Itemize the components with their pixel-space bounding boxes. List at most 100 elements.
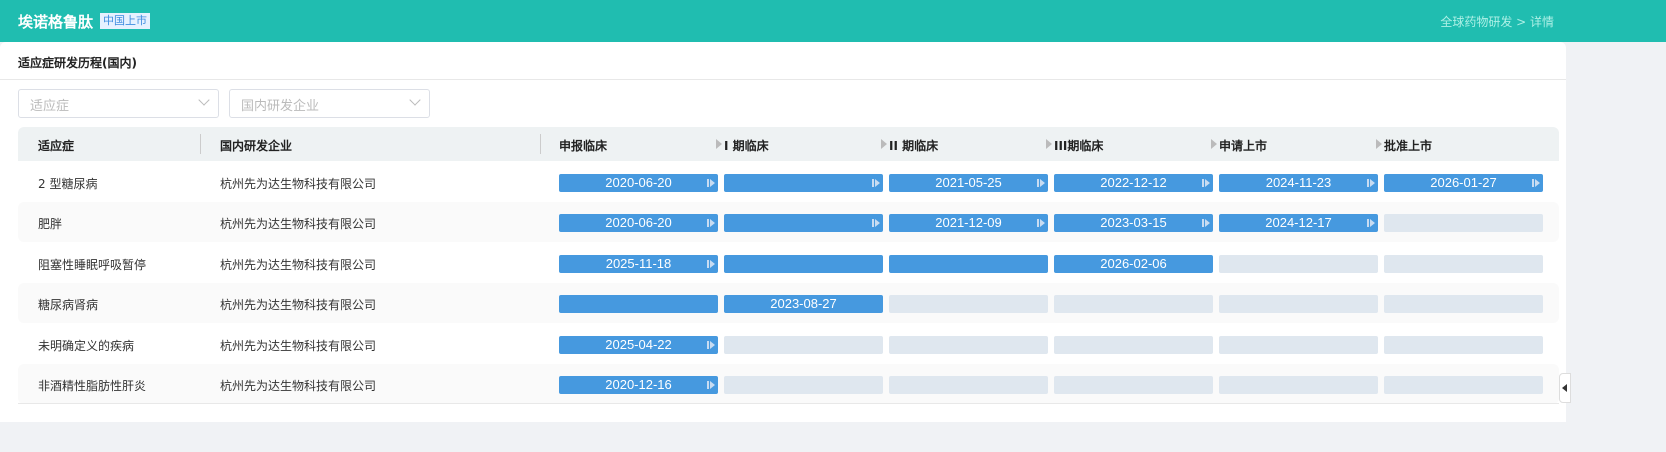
indication-cell: 未明确定义的疾病 — [38, 338, 135, 353]
play-next-icon — [707, 340, 715, 349]
section-title: 适应症研发历程(国内) — [18, 56, 137, 70]
stage-bar-empty — [1219, 335, 1378, 354]
table-row: 肥胖 杭州先为达生物科技有限公司 2020-06-20 2021-12-09 2023-… — [18, 202, 1559, 243]
stage-date: 2020-12-16 — [605, 377, 672, 392]
stage-bar-empty — [1219, 254, 1378, 273]
company-select-placeholder: 国内研发企业 — [241, 99, 320, 114]
play-next-icon — [707, 381, 715, 389]
stage-bar-empty — [1384, 335, 1543, 354]
column-header-stage: II 期临床 — [889, 139, 939, 153]
stage-date: 2021-12-09 — [935, 215, 1002, 231]
stage-bar-completed[interactable]: 2021-12-09 — [889, 214, 1048, 233]
table-row: 糖尿病肾病 杭州先为达生物科技有限公司 2023-08-27 — [18, 283, 1559, 324]
stage-bar-empty — [1219, 376, 1378, 394]
stage-arrow-icon — [1046, 139, 1052, 149]
indication-card: 适应症研发历程(国内) 适应症 国内研发企业 适应症 国内研发企业 申报临床 I … — [0, 42, 1566, 422]
stage-date: 2021-05-25 — [935, 175, 1002, 190]
stage-bar-completed[interactable] — [724, 254, 883, 273]
play-next-icon — [1202, 219, 1210, 228]
stage-arrow-icon — [1211, 139, 1217, 149]
stage-bar-empty — [1219, 295, 1378, 314]
stage-bar-completed[interactable] — [889, 254, 1048, 273]
stage-date: 2020-06-20 — [605, 175, 672, 190]
stage-arrow-icon — [881, 139, 887, 149]
stage-date: 2023-08-27 — [770, 296, 837, 312]
table-bottom-border — [18, 403, 1559, 404]
stage-arrow-icon — [716, 139, 722, 149]
company-select[interactable]: 国内研发企业 — [229, 89, 430, 118]
stage-date: 2020-06-20 — [605, 215, 672, 231]
company-cell: 杭州先为达生物科技有限公司 — [220, 217, 377, 232]
play-next-icon — [1202, 179, 1210, 187]
stage-bar-empty — [1054, 335, 1213, 354]
stage-date: 2024-11-23 — [1265, 175, 1332, 190]
column-header-company: 国内研发企业 — [220, 139, 293, 153]
top-bar: 埃诺格鲁肽 中国上市 全球药物研发 > 详情 — [0, 0, 1666, 42]
table-row: 未明确定义的疾病 杭州先为达生物科技有限公司 2025-04-22 — [18, 324, 1559, 364]
column-header-stage: I 期临床 — [724, 139, 769, 153]
stage-date: 2026-02-06 — [1100, 255, 1167, 271]
stage-bar-empty — [1054, 295, 1213, 314]
stage-bar-completed[interactable]: 2024-11-23 — [1219, 174, 1378, 192]
indication-cell: 2 型糖尿病 — [38, 177, 98, 191]
play-next-icon — [707, 219, 715, 228]
stage-bar-completed[interactable] — [724, 174, 883, 192]
company-cell: 杭州先为达生物科技有限公司 — [220, 379, 377, 393]
stage-bar-completed[interactable]: 2026-01-27 — [1384, 174, 1543, 192]
play-next-icon — [1367, 219, 1375, 228]
stage-date: 2022-12-12 — [1100, 175, 1167, 190]
stage-bar-empty — [1054, 376, 1213, 394]
company-cell: 杭州先为达生物科技有限公司 — [220, 177, 377, 191]
play-next-icon — [1532, 179, 1540, 187]
stage-bar-empty — [1384, 376, 1543, 394]
stage-bar-completed[interactable]: 2023-03-15 — [1054, 214, 1213, 233]
column-resizer[interactable] — [540, 134, 541, 154]
play-next-icon — [872, 219, 880, 228]
chevron-down-icon — [198, 94, 210, 106]
stage-bar-completed[interactable]: 2021-05-25 — [889, 174, 1048, 192]
stage-bar-completed[interactable] — [724, 214, 883, 233]
breadcrumb[interactable]: 全球药物研发 > 详情 — [1440, 13, 1554, 30]
company-cell: 杭州先为达生物科技有限公司 — [220, 298, 377, 313]
column-resizer[interactable] — [200, 134, 201, 154]
stage-arrow-icon — [1376, 139, 1382, 149]
stage-bar-completed[interactable]: 2020-12-16 — [559, 376, 718, 394]
stage-bar-empty — [724, 335, 883, 354]
stage-bar-completed[interactable]: 2020-06-20 — [559, 214, 718, 233]
stage-bar-completed[interactable]: 2023-08-27 — [724, 295, 883, 314]
play-next-icon — [707, 179, 715, 187]
stage-bar-completed[interactable]: 2020-06-20 — [559, 174, 718, 192]
stage-bar-empty — [724, 376, 883, 394]
indication-select-placeholder: 适应症 — [30, 99, 70, 114]
stage-bar-completed[interactable]: 2026-02-06 — [1054, 254, 1213, 273]
stage-date: 2025-04-22 — [605, 336, 672, 352]
play-next-icon — [1037, 179, 1045, 187]
stage-date: 2024-12-17 — [1265, 215, 1332, 231]
indication-cell: 肥胖 — [38, 217, 63, 232]
play-next-icon — [707, 259, 715, 268]
table-row: 阻塞性睡眠呼吸暂停 杭州先为达生物科技有限公司 2025-11-18 2026-02-… — [18, 243, 1559, 283]
drug-title: 埃诺格鲁肽 — [18, 13, 94, 31]
chevron-down-icon — [409, 94, 421, 106]
stage-bar-empty — [1384, 214, 1543, 233]
stage-bar-completed[interactable] — [559, 295, 718, 314]
stage-bar-completed[interactable]: 2024-12-17 — [1219, 214, 1378, 233]
stage-bar-completed[interactable]: 2022-12-12 — [1054, 174, 1213, 192]
indication-cell: 阻塞性睡眠呼吸暂停 — [38, 257, 147, 272]
stage-bar-empty — [1384, 295, 1543, 314]
stage-date: 2026-01-27 — [1430, 175, 1497, 190]
side-panel-toggle[interactable] — [1559, 373, 1571, 403]
company-cell: 杭州先为达生物科技有限公司 — [220, 338, 377, 353]
column-header-stage: 批准上市 — [1384, 139, 1433, 153]
stage-bar-completed[interactable]: 2025-11-18 — [559, 254, 718, 273]
table-row: 非酒精性脂肪性肝炎 杭州先为达生物科技有限公司 2020-12-16 — [18, 364, 1559, 404]
indication-select[interactable]: 适应症 — [18, 89, 219, 118]
table-header: 适应症 国内研发企业 申报临床 I 期临床 II 期临床 III期临床 申请上市 批准上市 — [18, 127, 1559, 161]
status-badge: 中国上市 — [100, 13, 150, 29]
column-header-stage: III期临床 — [1054, 139, 1104, 153]
play-next-icon — [1367, 179, 1375, 187]
column-header-stage: 申报临床 — [559, 139, 608, 153]
company-cell: 杭州先为达生物科技有限公司 — [220, 257, 377, 272]
play-next-icon — [1037, 219, 1045, 228]
stage-bar-completed[interactable]: 2025-04-22 — [559, 335, 718, 354]
